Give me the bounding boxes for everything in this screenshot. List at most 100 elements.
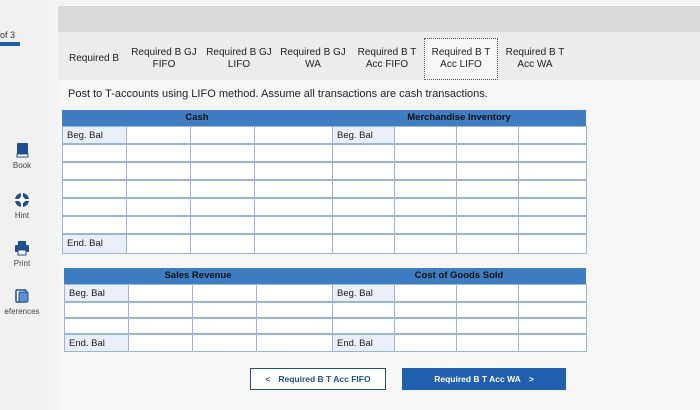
entry-cell[interactable] [65, 302, 129, 318]
entry-cell[interactable] [333, 180, 395, 198]
entry-cell[interactable] [191, 216, 255, 234]
entry-cell[interactable] [519, 234, 587, 254]
entry-cell[interactable] [395, 302, 457, 318]
entry-cell[interactable] [457, 318, 519, 334]
tab-tacc-lifo[interactable]: Required B T Acc LIFO [424, 38, 498, 80]
entry-cell[interactable] [193, 284, 257, 302]
entry-cell[interactable] [519, 126, 587, 144]
entry-cell[interactable] [519, 180, 587, 198]
tab-required-b[interactable]: Required B [62, 38, 126, 80]
entry-cell[interactable] [127, 126, 191, 144]
entry-cell[interactable] [63, 144, 127, 162]
entry-cell[interactable] [333, 162, 395, 180]
entry-cell[interactable] [519, 216, 587, 234]
entry-cell[interactable] [519, 144, 587, 162]
entry-cell[interactable] [395, 144, 457, 162]
sidebar-item-book[interactable]: Book [0, 142, 44, 170]
entry-cell[interactable] [395, 198, 457, 216]
sidebar-item-hint[interactable]: Hint [0, 192, 44, 220]
entry-cell[interactable] [193, 334, 257, 352]
entry-cell[interactable] [395, 318, 457, 334]
sidebar-item-print[interactable]: Print [0, 240, 44, 268]
entry-cell[interactable] [333, 318, 395, 334]
entry-cell[interactable] [333, 198, 395, 216]
entry-cell[interactable] [127, 216, 191, 234]
entry-cell[interactable] [333, 144, 395, 162]
entry-cell[interactable] [129, 318, 193, 334]
merch-grid: Beg. Bal [332, 126, 587, 254]
entry-cell[interactable] [395, 216, 457, 234]
page-progress-bar [0, 42, 20, 46]
entry-cell[interactable] [193, 318, 257, 334]
entry-cell[interactable] [129, 334, 193, 352]
next-button[interactable]: Required B T Acc WA > [402, 368, 566, 390]
entry-cell[interactable] [457, 234, 519, 254]
entry-cell[interactable] [257, 334, 333, 352]
account-title: Merchandise Inventory [332, 110, 586, 126]
tab-tacc-wa[interactable]: Required B T Acc WA [498, 38, 572, 80]
entry-cell[interactable] [191, 198, 255, 216]
entry-cell[interactable] [395, 126, 457, 144]
tab-gj-wa[interactable]: Required B GJ WA [276, 38, 350, 80]
entry-cell[interactable] [255, 162, 333, 180]
entry-cell[interactable] [193, 302, 257, 318]
entry-cell[interactable] [457, 144, 519, 162]
entry-cell[interactable] [519, 318, 587, 334]
entry-cell[interactable] [63, 216, 127, 234]
prev-button[interactable]: < Required B T Acc FIFO [250, 368, 386, 390]
entry-cell[interactable] [129, 302, 193, 318]
entry-cell[interactable] [191, 180, 255, 198]
entry-cell[interactable] [519, 302, 587, 318]
main-panel: Required B Required B GJ FIFO Required B… [58, 6, 700, 410]
entry-cell[interactable] [191, 144, 255, 162]
references-icon [15, 289, 29, 303]
entry-cell[interactable] [395, 162, 457, 180]
entry-cell[interactable] [395, 180, 457, 198]
entry-cell[interactable] [395, 234, 457, 254]
entry-cell[interactable] [191, 234, 255, 254]
entry-cell[interactable] [255, 198, 333, 216]
entry-cell[interactable] [457, 284, 519, 302]
entry-cell[interactable] [65, 318, 129, 334]
entry-cell[interactable] [191, 126, 255, 144]
entry-cell[interactable] [257, 318, 333, 334]
entry-cell[interactable] [457, 334, 519, 352]
entry-cell[interactable] [519, 198, 587, 216]
entry-cell[interactable] [129, 284, 193, 302]
entry-cell[interactable] [127, 144, 191, 162]
entry-cell[interactable] [457, 180, 519, 198]
entry-cell[interactable] [257, 302, 333, 318]
entry-cell[interactable] [333, 302, 395, 318]
entry-cell[interactable] [255, 216, 333, 234]
entry-cell[interactable] [257, 284, 333, 302]
entry-cell[interactable] [191, 162, 255, 180]
entry-cell[interactable] [519, 284, 587, 302]
entry-cell[interactable] [395, 284, 457, 302]
entry-cell[interactable] [255, 126, 333, 144]
tab-gj-fifo[interactable]: Required B GJ FIFO [126, 38, 202, 80]
entry-cell[interactable] [127, 198, 191, 216]
entry-cell[interactable] [457, 198, 519, 216]
entry-cell[interactable] [395, 334, 457, 352]
entry-cell[interactable] [63, 198, 127, 216]
entry-cell[interactable] [63, 180, 127, 198]
entry-cell[interactable] [255, 234, 333, 254]
tab-gj-lifo[interactable]: Required B GJ LIFO [202, 38, 276, 80]
entry-cell[interactable] [255, 180, 333, 198]
entry-cell[interactable] [127, 180, 191, 198]
entry-cell[interactable] [519, 334, 587, 352]
entry-cell[interactable] [457, 302, 519, 318]
tab-tacc-fifo[interactable]: Required B T Acc FIFO [350, 38, 424, 80]
entry-cell[interactable] [457, 126, 519, 144]
entry-cell[interactable] [333, 216, 395, 234]
entry-cell[interactable] [457, 162, 519, 180]
entry-cell[interactable] [457, 216, 519, 234]
entry-cell[interactable] [63, 162, 127, 180]
entry-cell[interactable] [255, 144, 333, 162]
entry-cell[interactable] [127, 234, 191, 254]
sidebar-item-label: Print [13, 259, 31, 268]
entry-cell[interactable] [519, 162, 587, 180]
entry-cell[interactable] [333, 234, 395, 254]
entry-cell[interactable] [127, 162, 191, 180]
sidebar-item-references[interactable]: eferences [0, 288, 44, 316]
